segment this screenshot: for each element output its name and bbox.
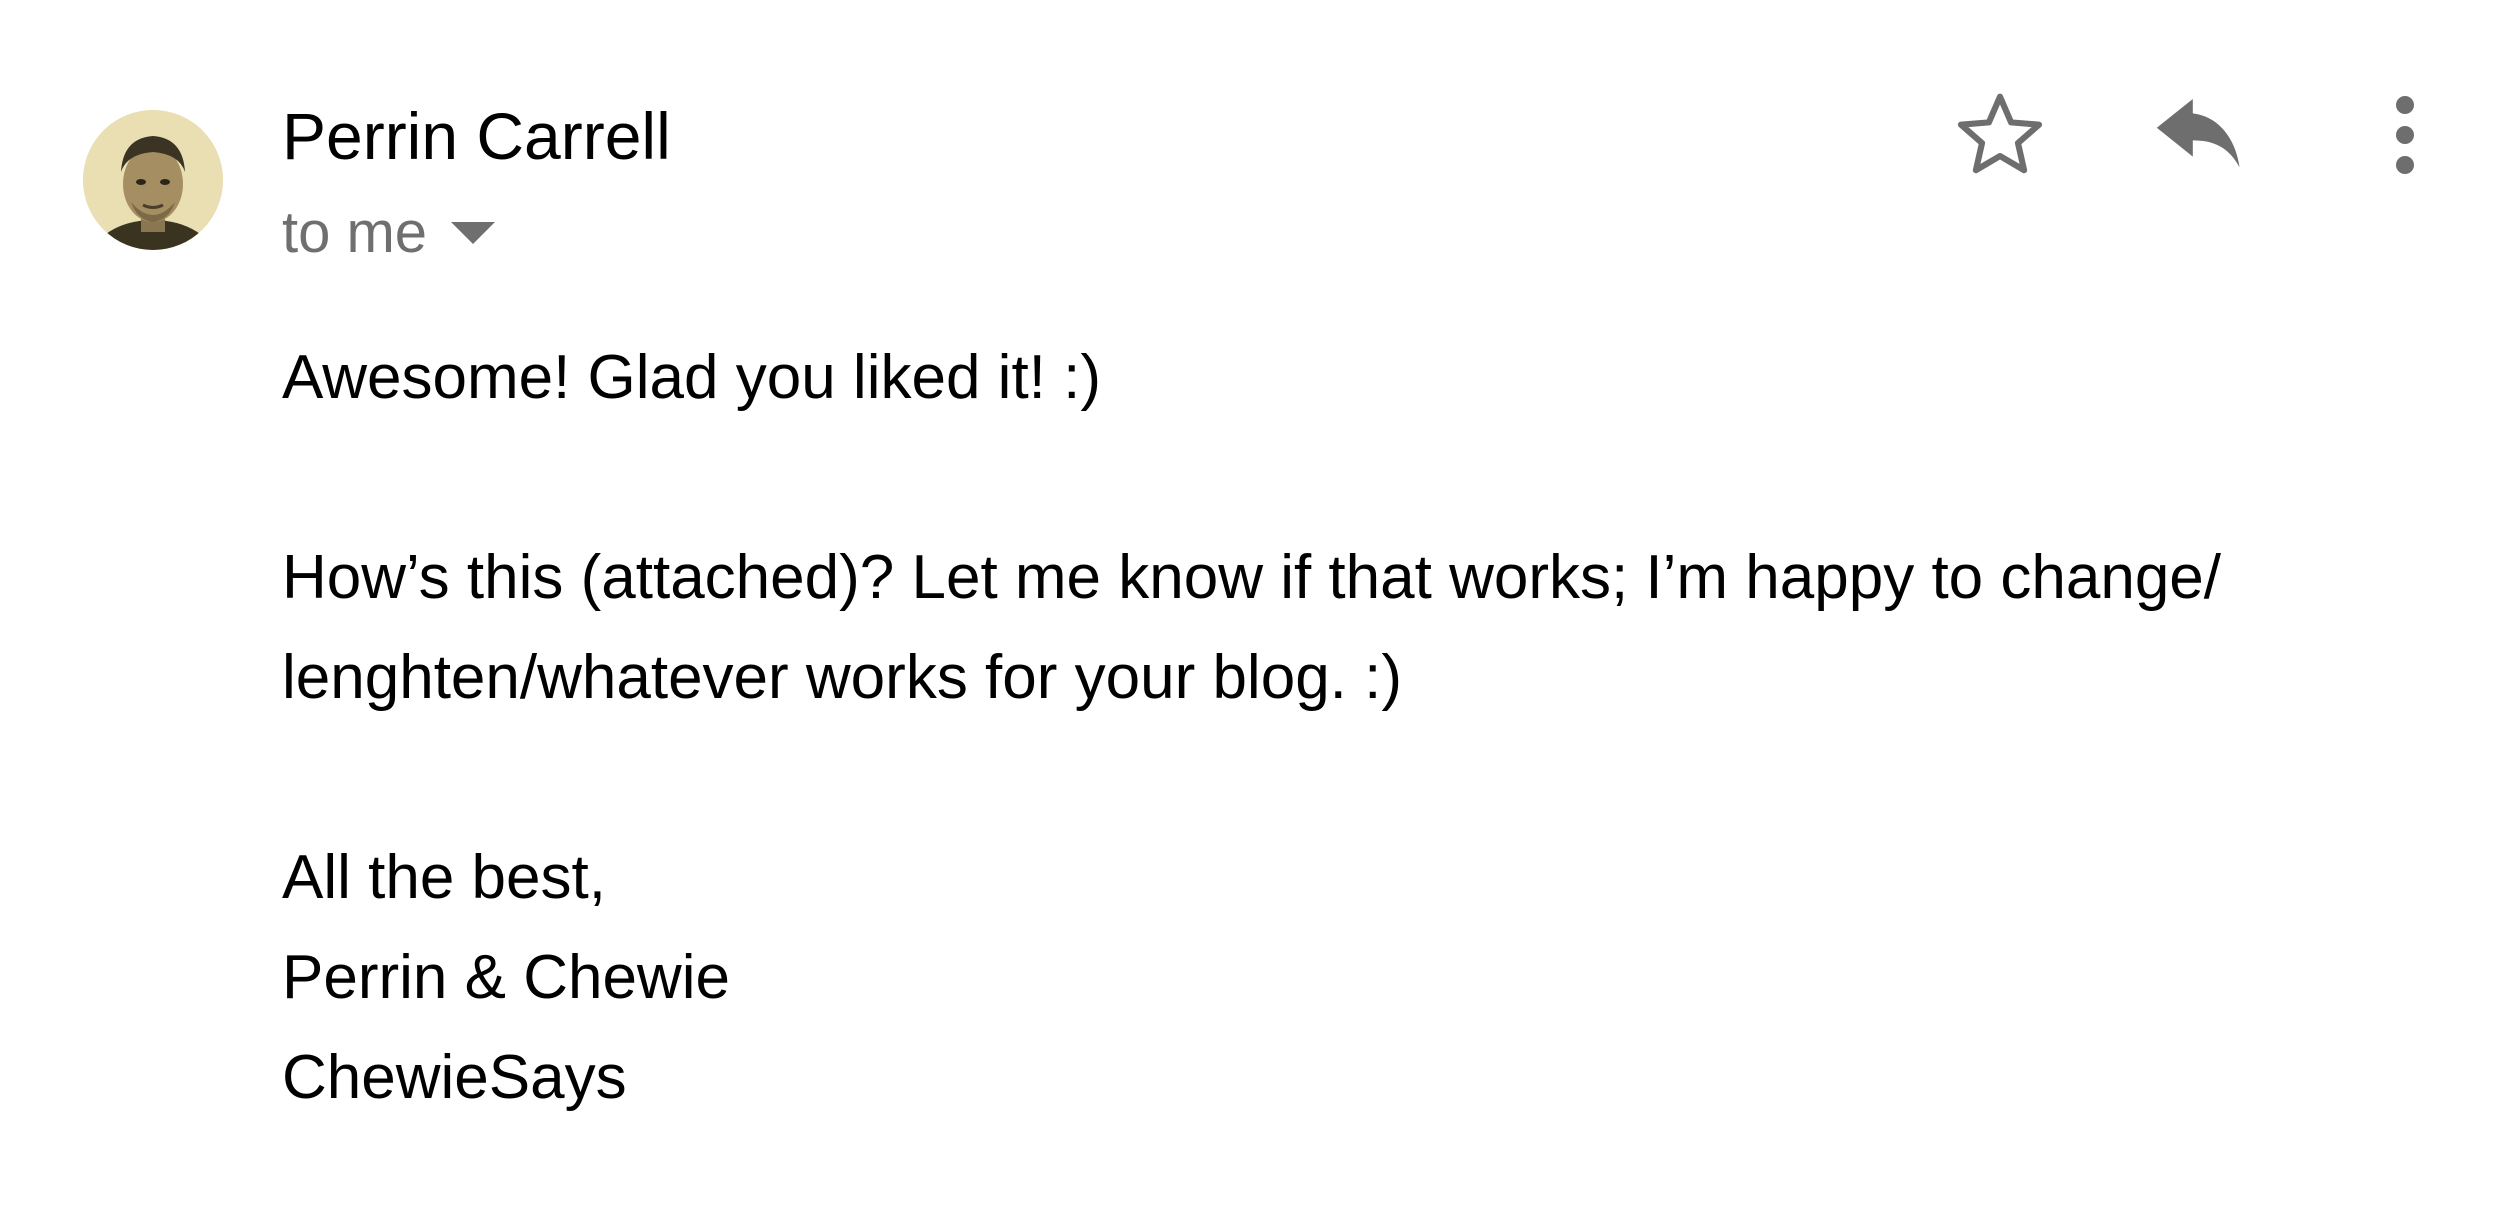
caret-down-icon bbox=[451, 222, 496, 244]
message-paragraph-line: How’s this (attached)? Let me know if th… bbox=[282, 543, 2222, 612]
recipient-details-toggle[interactable]: to me bbox=[282, 198, 496, 268]
star-button[interactable] bbox=[1950, 85, 2050, 185]
signature-closing: All the best, bbox=[282, 843, 606, 912]
avatar-photo bbox=[83, 110, 223, 250]
email-message: Perrin Carrell to me Awesome! Glad you l… bbox=[0, 0, 2500, 1205]
signature-name: Perrin & Chewie bbox=[282, 943, 730, 1012]
signature-brand: ChewieSays bbox=[282, 1043, 627, 1112]
message-greeting: Awesome! Glad you liked it! :) bbox=[282, 343, 1101, 412]
reply-icon bbox=[2156, 99, 2240, 168]
star-outline-icon bbox=[1957, 93, 2043, 174]
sender-name: Perrin Carrell bbox=[282, 99, 671, 173]
recipient-label: to me bbox=[282, 200, 428, 265]
more-options-button[interactable] bbox=[2370, 80, 2440, 190]
avatar[interactable] bbox=[83, 110, 223, 250]
reply-button[interactable] bbox=[2150, 90, 2250, 180]
message-paragraph-line: lenghten/whatever works for your blog. :… bbox=[282, 643, 1402, 712]
more-vert-icon bbox=[2396, 96, 2414, 174]
